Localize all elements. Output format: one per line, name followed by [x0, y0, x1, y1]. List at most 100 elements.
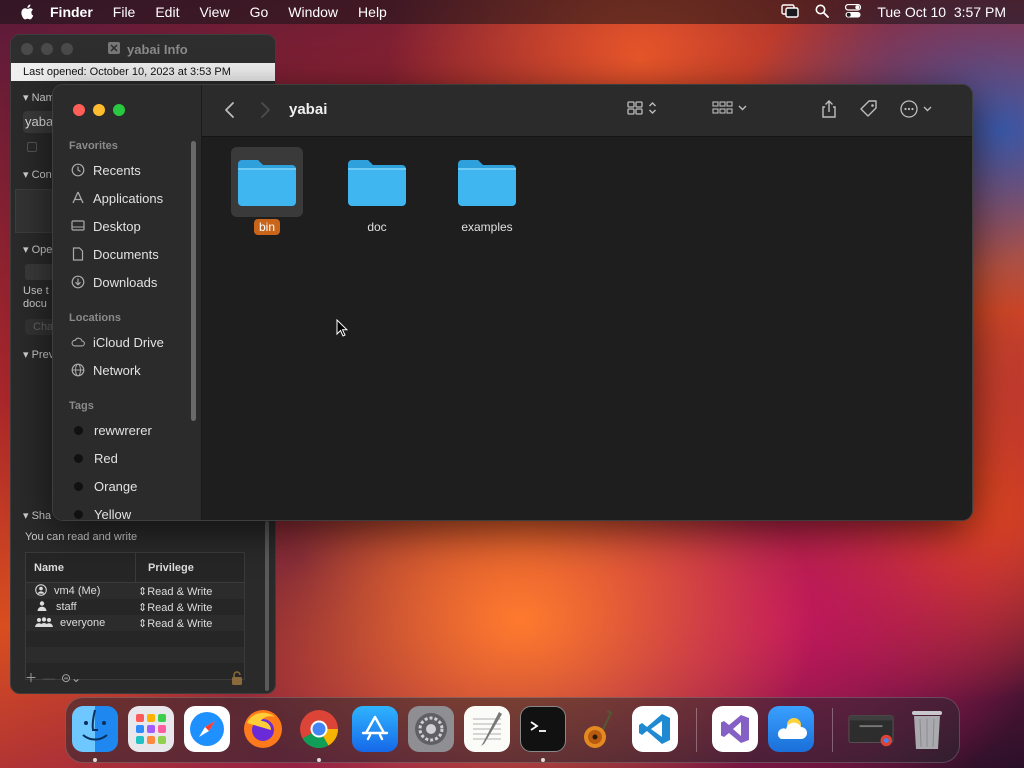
- folder-label[interactable]: examples: [456, 219, 517, 235]
- table-row[interactable]: staff ⇕Read & Write: [26, 599, 244, 615]
- document-icon: [107, 41, 121, 58]
- dock-launchpad-icon[interactable]: [128, 706, 174, 752]
- sidebar-item-downloads[interactable]: Downloads: [71, 272, 157, 292]
- zoom-button[interactable]: [113, 104, 125, 116]
- action-menu-icon[interactable]: ⊝⌄: [61, 671, 81, 685]
- menu-help[interactable]: Help: [358, 4, 387, 20]
- finder-sidebar: Favorites Recents Applications Desktop D…: [53, 85, 202, 520]
- sidebar-item-applications[interactable]: Applications: [71, 188, 163, 208]
- forward-button[interactable]: [259, 101, 271, 122]
- group-by-button[interactable]: [712, 99, 747, 117]
- download-icon: [71, 275, 85, 289]
- dock-safari-icon[interactable]: [184, 706, 230, 752]
- menu-edit[interactable]: Edit: [155, 4, 179, 20]
- info-window-title: yabai Info: [127, 41, 188, 57]
- dock-vscode-icon[interactable]: [632, 706, 678, 752]
- sidebar-header-tags: Tags: [69, 400, 94, 412]
- tag-dot-icon: [74, 509, 83, 519]
- sidebar-item-recents[interactable]: Recents: [71, 160, 141, 180]
- table-row[interactable]: vm4 (Me) ⇕Read & Write: [26, 583, 244, 599]
- dock-weather-icon[interactable]: [768, 706, 814, 752]
- info-section-sharing[interactable]: ▾ Sha: [23, 509, 51, 522]
- user-icon: [34, 583, 48, 599]
- remove-user-button[interactable]: —: [43, 671, 55, 685]
- sidebar-item-tag-rewwrerer[interactable]: rewwrerer: [71, 420, 152, 440]
- sidebar-item-tag-red[interactable]: Red: [71, 448, 118, 468]
- menu-window[interactable]: Window: [288, 4, 338, 20]
- table-row[interactable]: everyone ⇕Read & Write: [26, 615, 244, 631]
- dock-garageband-icon[interactable]: [576, 706, 622, 752]
- folder-icon: [458, 160, 516, 206]
- dock-trash-icon[interactable]: [904, 706, 950, 752]
- finder-toolbar: yabai: [202, 85, 972, 137]
- screen-mirroring-icon[interactable]: [781, 3, 800, 21]
- hide-extension-checkbox[interactable]: [27, 142, 37, 152]
- dock-minimized-chrome-window[interactable]: [848, 706, 894, 752]
- dock-separator: [832, 708, 833, 752]
- sharing-summary: You can read and write: [25, 531, 138, 543]
- dock-textedit-icon[interactable]: [464, 706, 510, 752]
- back-button[interactable]: [224, 101, 236, 122]
- finder-window[interactable]: Favorites Recents Applications Desktop D…: [52, 84, 973, 521]
- folder-label[interactable]: bin: [253, 219, 280, 235]
- lock-icon[interactable]: [231, 671, 243, 688]
- minimize-button[interactable]: [93, 104, 105, 116]
- tag-dot-icon: [74, 453, 83, 463]
- info-section-name[interactable]: ▾ Nam: [23, 91, 55, 104]
- dock-system-settings-icon[interactable]: [408, 706, 454, 752]
- stepper-icon: ⇕: [138, 601, 148, 614]
- dock: [65, 697, 960, 763]
- open-with-text-1: Use t: [23, 285, 49, 297]
- info-section-comments[interactable]: ▾ Con: [23, 168, 52, 181]
- folder-label[interactable]: doc: [362, 219, 391, 235]
- stepper-icon: ⇕: [138, 617, 148, 630]
- open-with-text-2: docu: [23, 298, 47, 310]
- info-minimize-button[interactable]: [41, 43, 53, 55]
- sidebar-item-tag-yellow[interactable]: Yellow: [71, 504, 131, 520]
- dock-firefox-icon[interactable]: [240, 706, 286, 752]
- info-titlebar[interactable]: yabai Info: [11, 35, 275, 63]
- dock-app-store-icon[interactable]: [352, 706, 398, 752]
- info-zoom-button[interactable]: [61, 43, 73, 55]
- folder-item-examples[interactable]: examples: [451, 147, 523, 235]
- menu-go[interactable]: Go: [250, 4, 269, 20]
- add-user-button[interactable]: ＋: [25, 669, 37, 686]
- file-grid[interactable]: bin doc examples: [202, 137, 972, 520]
- window-title: yabai: [289, 101, 328, 118]
- perm-header-privilege[interactable]: Privilege: [136, 562, 194, 574]
- info-last-opened: Last opened: October 10, 2023 at 3:53 PM: [11, 63, 275, 81]
- table-row-empty: [26, 631, 244, 647]
- sidebar-item-network[interactable]: Network: [71, 360, 141, 380]
- spotlight-search-icon[interactable]: [815, 4, 830, 21]
- sidebar-scrollbar[interactable]: [191, 141, 196, 421]
- menu-view[interactable]: View: [199, 4, 229, 20]
- tag-icon[interactable]: [859, 99, 879, 119]
- dock-visual-studio-icon[interactable]: [712, 706, 758, 752]
- info-close-button[interactable]: [21, 43, 33, 55]
- info-section-open-with[interactable]: ▾ Ope: [23, 243, 52, 256]
- close-button[interactable]: [73, 104, 85, 116]
- control-center-icon[interactable]: [845, 3, 862, 21]
- permissions-table[interactable]: Name Privilege vm4 (Me) ⇕Read & Write st…: [25, 552, 245, 680]
- menu-app-finder[interactable]: Finder: [50, 4, 93, 20]
- perm-header-name[interactable]: Name: [26, 553, 136, 582]
- sidebar-item-tag-orange[interactable]: Orange: [71, 476, 137, 496]
- dock-terminal-icon[interactable]: [520, 706, 566, 752]
- dock-chrome-icon[interactable]: [296, 706, 342, 752]
- info-section-preview[interactable]: ▾ Prev: [23, 348, 54, 361]
- stepper-icon: ⇕: [138, 585, 148, 598]
- info-scrollbar[interactable]: [265, 521, 269, 691]
- menu-file[interactable]: File: [113, 4, 136, 20]
- more-actions-icon[interactable]: [899, 99, 932, 119]
- menu-clock[interactable]: Tue Oct 10 3:57 PM: [877, 4, 1006, 20]
- dock-finder-icon[interactable]: [72, 706, 118, 752]
- document-icon: [71, 247, 85, 261]
- view-mode-button[interactable]: [626, 99, 657, 117]
- sidebar-item-icloud-drive[interactable]: iCloud Drive: [71, 332, 164, 352]
- share-icon[interactable]: [820, 99, 838, 119]
- sidebar-item-documents[interactable]: Documents: [71, 244, 159, 264]
- folder-item-doc[interactable]: doc: [341, 147, 413, 235]
- sidebar-item-desktop[interactable]: Desktop: [71, 216, 141, 236]
- folder-item-bin[interactable]: bin: [231, 147, 303, 235]
- apple-menu-icon[interactable]: [18, 3, 36, 21]
